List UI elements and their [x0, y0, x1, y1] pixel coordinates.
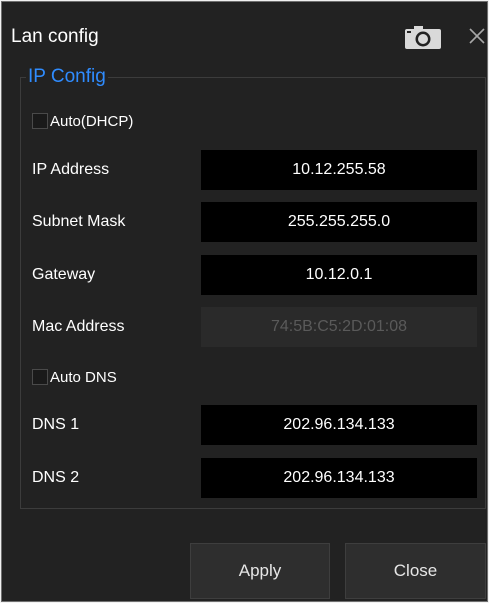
lan-config-dialog: Lan config IP Config Auto(DHCP) IP Addre… — [1, 1, 488, 602]
mac-address-field — [201, 307, 477, 347]
ip-address-field[interactable] — [201, 150, 477, 190]
mac-address-label: Mac Address — [32, 318, 125, 335]
ip-address-label: IP Address — [32, 161, 110, 178]
apply-button[interactable]: Apply — [190, 543, 330, 599]
subnet-mask-field[interactable] — [201, 202, 477, 242]
close-button[interactable]: Close — [345, 543, 486, 599]
title-bar: Lan config — [2, 2, 489, 50]
close-icon[interactable] — [464, 22, 489, 48]
ip-config-legend: IP Config — [26, 66, 108, 88]
dialog-title: Lan config — [11, 26, 99, 47]
dns1-label: DNS 1 — [32, 416, 80, 433]
auto-dhcp-checkbox-box[interactable] — [32, 113, 48, 129]
auto-dns-label: Auto DNS — [50, 368, 117, 386]
auto-dns-checkbox[interactable]: Auto DNS — [32, 366, 117, 388]
auto-dhcp-checkbox[interactable]: Auto(DHCP) — [32, 110, 133, 132]
dns2-field[interactable] — [201, 458, 477, 498]
camera-icon[interactable] — [402, 24, 444, 50]
auto-dhcp-label: Auto(DHCP) — [50, 112, 134, 130]
gateway-label: Gateway — [32, 266, 96, 283]
subnet-mask-label: Subnet Mask — [32, 213, 126, 230]
gateway-field[interactable] — [201, 255, 477, 295]
dns2-label: DNS 2 — [32, 469, 80, 486]
auto-dns-checkbox-box[interactable] — [32, 369, 48, 385]
dns1-field[interactable] — [201, 405, 477, 445]
